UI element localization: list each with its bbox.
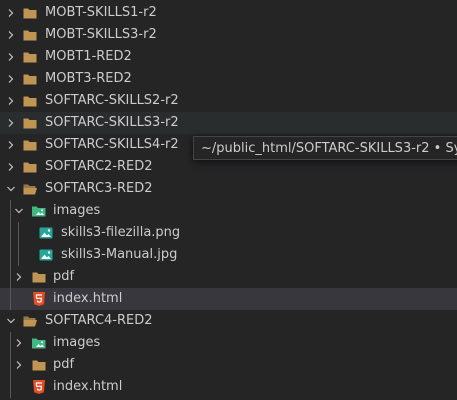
tree-item-label: images [53,335,101,350]
folder-icon [22,159,38,175]
chevron-right-icon[interactable] [6,118,16,128]
tree-item-label: images [53,203,101,218]
folder-open-icon [22,181,38,197]
chevron-right-icon[interactable] [14,272,24,282]
chevron-down-icon[interactable] [14,206,24,216]
tree-item-label: skills3-Manual.jpg [61,247,178,262]
tooltip-text: ~/public_html/SOFTARC-SKILLS3-r2 • Symbo… [201,140,457,156]
tree-item-label: SOFTARC-SKILLS4-r2 [45,137,179,152]
html5-icon [31,379,47,395]
tree-item-skills3-filezilla-png[interactable]: skills3-filezilla.png [0,222,457,244]
tree-item-label: MOBT-SKILLS1-r2 [45,5,157,20]
chevron-down-icon[interactable] [6,184,16,194]
folder-icon [22,5,38,21]
folder-icon [22,71,38,87]
chevron-down-icon[interactable] [6,316,16,326]
tree-item-pdf[interactable]: pdf [0,266,457,288]
tree-item-label: MOBT1-RED2 [45,49,132,64]
indent-guide [10,244,11,266]
folder-icon [31,357,47,373]
tree-item-images[interactable]: images [0,332,457,354]
indent-guide [10,222,11,244]
images-folder-icon [31,335,47,351]
indent-guide [10,354,11,376]
chevron-right-icon[interactable] [6,74,16,84]
tree-item-label: index.html [53,379,123,394]
image-file-icon [38,247,54,263]
indent-guide [18,244,19,266]
tree-item-mobt1-red2[interactable]: MOBT1-RED2 [0,46,457,68]
tree-item-index-html[interactable]: index.html [0,288,457,310]
tree-item-pdf[interactable]: pdf [0,354,457,376]
images-folder-icon [31,203,47,219]
folder-icon [22,49,38,65]
tree-item-index-html[interactable]: index.html [0,376,457,398]
tree-item-label: SOFTARC-SKILLS2-r2 [45,93,179,108]
tree-item-label: SOFTARC3-RED2 [45,181,153,196]
tree-item-softarc4-red2[interactable]: SOFTARC4-RED2 [0,310,457,332]
indent-guide [10,266,11,288]
chevron-right-icon[interactable] [6,52,16,62]
folder-open-icon [22,313,38,329]
indent-guide [18,222,19,244]
chevron-right-icon[interactable] [6,96,16,106]
tree-item-mobt-skills1-r2[interactable]: MOBT-SKILLS1-r2 [0,2,457,24]
folder-icon [22,137,38,153]
indent-guide [10,200,11,222]
tree-item-mobt3-red2[interactable]: MOBT3-RED2 [0,68,457,90]
tree-item-skills3-manual-jpg[interactable]: skills3-Manual.jpg [0,244,457,266]
folder-icon [22,93,38,109]
tree-item-images[interactable]: images [0,200,457,222]
file-explorer-tree: MOBT-SKILLS1-r2 MOBT-SKILLS3-r2 MOBT1-RED2… [0,0,457,400]
chevron-right-icon[interactable] [14,360,24,370]
chevron-right-icon[interactable] [6,30,16,40]
tree-item-label: MOBT-SKILLS3-r2 [45,27,157,42]
tree-item-label: SOFTARC-SKILLS3-r2 [45,115,179,130]
tree-item-mobt-skills3-r2[interactable]: MOBT-SKILLS3-r2 [0,24,457,46]
html5-icon [31,291,47,307]
chevron-right-icon[interactable] [6,140,16,150]
folder-icon [31,269,47,285]
chevron-right-icon[interactable] [6,162,16,172]
indent-guide [10,288,11,310]
tree-item-label: MOBT3-RED2 [45,71,132,86]
indent-guide [10,376,11,398]
tree-item-label: skills3-filezilla.png [61,225,181,240]
indent-guide [10,332,11,354]
tree-item-softarc3-red2[interactable]: SOFTARC3-RED2 [0,178,457,200]
tree-item-label: pdf [53,357,75,372]
tree-item-label: pdf [53,269,75,284]
tree-item-label: index.html [53,291,123,306]
image-file-icon [38,225,54,241]
chevron-right-icon[interactable] [6,8,16,18]
tree-item-label: SOFTARC4-RED2 [45,313,153,328]
path-tooltip: ~/public_html/SOFTARC-SKILLS3-r2 • Symbo… [193,136,457,160]
chevron-right-icon[interactable] [14,338,24,348]
tree-item-softarc-skills3-r2[interactable]: SOFTARC-SKILLS3-r2 [0,112,457,134]
tree-item-softarc-skills2-r2[interactable]: SOFTARC-SKILLS2-r2 [0,90,457,112]
folder-icon [22,27,38,43]
tree-item-label: SOFTARC2-RED2 [45,159,153,174]
folder-icon [22,115,38,131]
